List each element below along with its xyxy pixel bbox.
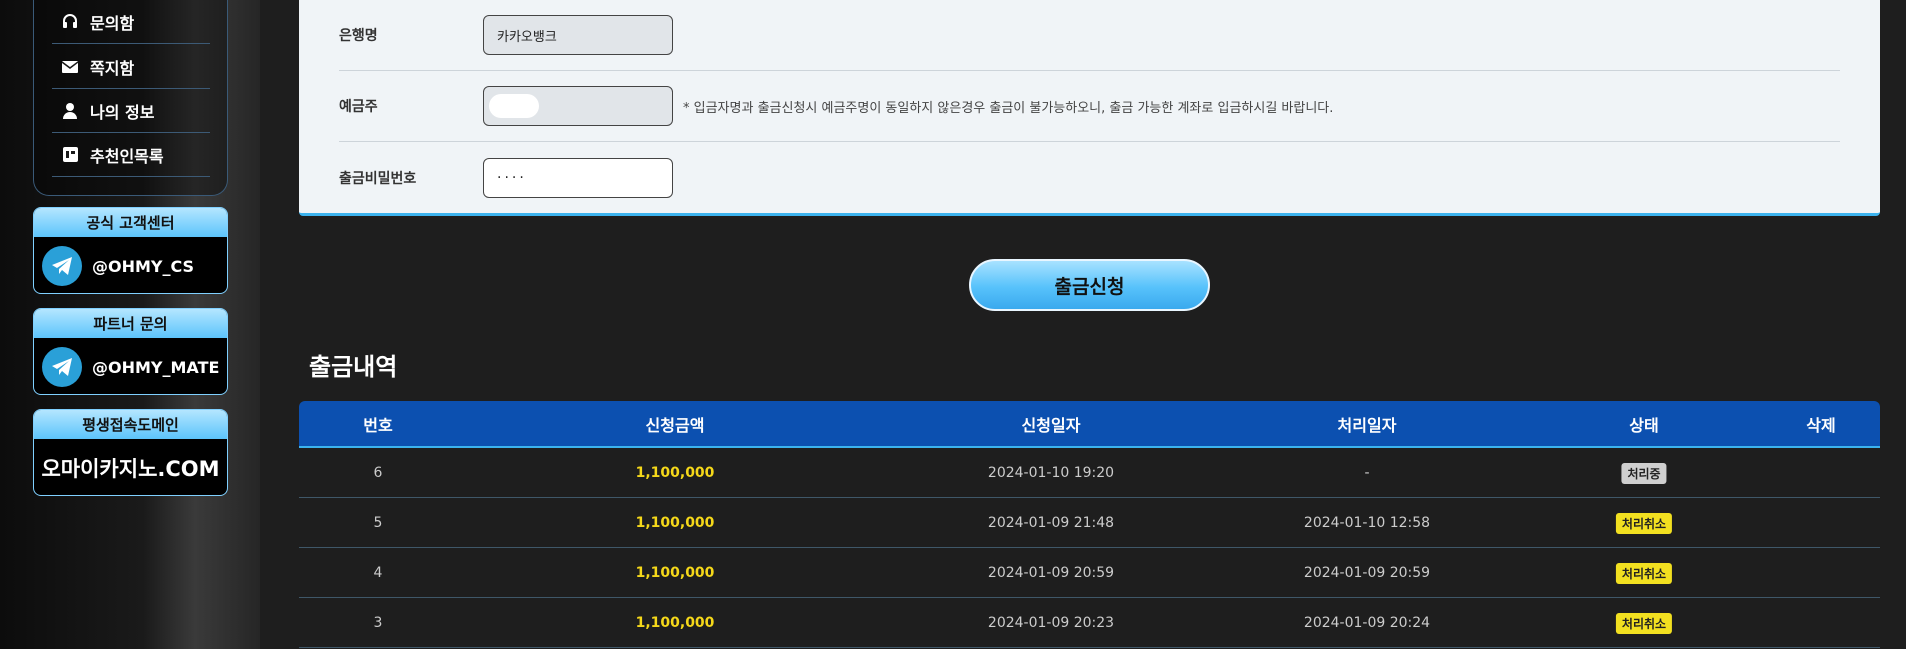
headset-icon: [62, 13, 78, 30]
partner-link[interactable]: @OHMY_MATE: [34, 338, 227, 394]
cell-status: 처리취소: [1615, 598, 1673, 648]
cell-amount: 1,100,000: [635, 515, 715, 531]
cell-requested: 2024-01-09 20:23: [987, 615, 1115, 631]
list-icon: [62, 147, 78, 163]
holder-label: 예금주: [339, 99, 378, 115]
cell-requested: 2024-01-10 19:20: [987, 465, 1115, 481]
holder-notice: * 입금자명과 출금신청시 예금주명이 동일하지 않은경우 출금이 불가능하오니…: [683, 100, 1334, 116]
cell-no: 6: [373, 465, 383, 481]
partner-handle: @OHMY_MATE: [92, 357, 220, 377]
bank-row: 은행명 카카오뱅크: [339, 0, 1840, 71]
cell-amount: 1,100,000: [635, 615, 715, 631]
envelope-icon: [62, 59, 78, 75]
domain-box: 평생접속도메인 오마이카지노.COM: [33, 409, 228, 496]
cell-processed: -: [1364, 465, 1370, 481]
cell-status: 처리중: [1621, 448, 1667, 498]
holder-field[interactable]: [483, 86, 673, 126]
cell-status: 처리취소: [1615, 548, 1673, 598]
telegram-icon: [42, 246, 82, 286]
bank-field[interactable]: 카카오뱅크: [483, 15, 673, 55]
partner-title: 파트너 문의: [34, 309, 227, 338]
withdraw-submit-button[interactable]: 출금신청: [969, 259, 1210, 311]
cell-amount: 1,100,000: [635, 465, 715, 481]
sidebar-menu: 문의함 쪽지함 나의 정보 추천인목록: [33, 0, 228, 196]
sidebar-item-label: 쪽지함: [90, 58, 135, 78]
cell-processed: 2024-01-10 12:58: [1303, 515, 1431, 531]
sidebar-item-my-info[interactable]: 나의 정보: [52, 89, 210, 133]
cell-status: 처리취소: [1615, 498, 1673, 548]
sidebar-item-messages[interactable]: 쪽지함: [52, 45, 210, 89]
holder-row: 예금주 * 입금자명과 출금신청시 예금주명이 동일하지 않은경우 출금이 불가…: [339, 71, 1840, 142]
password-row: 출금비밀번호 ····: [339, 142, 1840, 213]
cell-requested: 2024-01-09 20:59: [987, 565, 1115, 581]
col-header: 삭제: [1806, 415, 1836, 435]
col-header: 신청일자: [1021, 415, 1081, 435]
status-badge: 처리취소: [1615, 612, 1673, 634]
status-badge: 처리취소: [1615, 562, 1673, 584]
col-header: 번호: [363, 415, 393, 435]
col-header: 신청금액: [645, 415, 705, 435]
status-badge: 처리취소: [1615, 512, 1673, 534]
table-header: 번호 신청금액 신청일자 처리일자 상태 삭제: [299, 401, 1880, 448]
password-field[interactable]: ····: [483, 157, 673, 198]
domain-title: 평생접속도메인: [34, 410, 227, 439]
cell-no: 5: [373, 515, 383, 531]
cs-center-link[interactable]: @OHMY_CS: [34, 237, 227, 293]
cell-processed: 2024-01-09 20:59: [1303, 565, 1431, 581]
cs-center-handle: @OHMY_CS: [92, 256, 195, 276]
cs-center-box: 공식 고객센터 @OHMY_CS: [33, 207, 228, 294]
sidebar-item-inquiry[interactable]: 문의함: [52, 0, 210, 44]
cell-requested: 2024-01-09 21:48: [987, 515, 1115, 531]
cell-no: 3: [373, 615, 383, 631]
sidebar-item-label: 추천인목록: [90, 146, 164, 166]
table-row: 4 1,100,000 2024-01-09 20:59 2024-01-09 …: [299, 548, 1880, 598]
col-header: 상태: [1629, 415, 1659, 435]
sidebar-item-label: 나의 정보: [90, 102, 155, 122]
sidebar: 문의함 쪽지함 나의 정보 추천인목록 공식 고객센터 @OHMY_CS 파트너…: [0, 0, 260, 649]
telegram-icon: [42, 347, 82, 387]
history-table: 번호 신청금액 신청일자 처리일자 상태 삭제 6 1,100,000 2024…: [299, 401, 1880, 648]
bank-label: 은행명: [339, 28, 378, 44]
cell-processed: 2024-01-09 20:24: [1303, 615, 1431, 631]
cs-center-title: 공식 고객센터: [34, 208, 227, 237]
table-row: 3 1,100,000 2024-01-09 20:23 2024-01-09 …: [299, 598, 1880, 648]
status-badge: 처리중: [1621, 462, 1667, 484]
table-row: 5 1,100,000 2024-01-09 21:48 2024-01-10 …: [299, 498, 1880, 548]
partner-box: 파트너 문의 @OHMY_MATE: [33, 308, 228, 395]
history-title: 출금내역: [309, 353, 398, 381]
masked-value: [489, 94, 539, 118]
domain-value[interactable]: 오마이카지노.COM: [34, 439, 227, 495]
cell-no: 4: [373, 565, 383, 581]
cell-amount: 1,100,000: [635, 565, 715, 581]
sidebar-item-label: 문의함: [90, 13, 135, 33]
col-header: 처리일자: [1337, 415, 1397, 435]
password-label: 출금비밀번호: [339, 170, 417, 187]
table-row: 6 1,100,000 2024-01-10 19:20 - 처리중: [299, 448, 1880, 498]
user-icon: [62, 102, 78, 119]
sidebar-item-referrals[interactable]: 추천인목록: [52, 133, 210, 177]
withdraw-form: 은행명 카카오뱅크 예금주 * 입금자명과 출금신청시 예금주명이 동일하지 않…: [299, 0, 1880, 216]
